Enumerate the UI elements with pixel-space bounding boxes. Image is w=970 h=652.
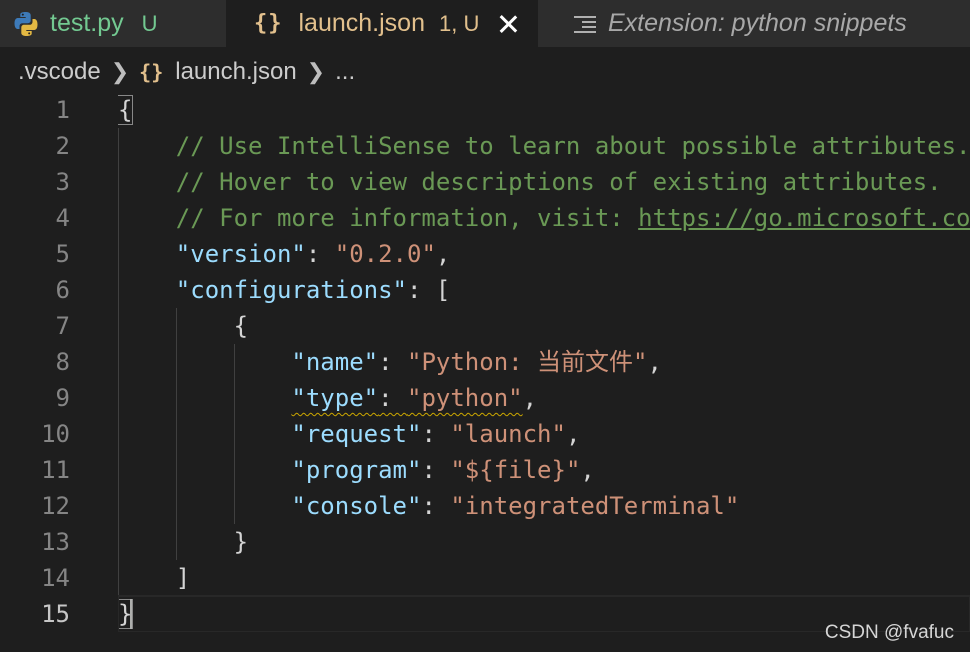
comment: // Hover to view descriptions of existin… xyxy=(175,168,942,196)
open-brace: { xyxy=(118,95,134,125)
breadcrumb: .vscode ❯ {} launch.json ❯ ... xyxy=(18,54,355,90)
code-line-3[interactable]: // Hover to view descriptions of existin… xyxy=(118,164,970,200)
code-line-10[interactable]: "request": "launch", xyxy=(118,416,970,452)
json-key: "configurations" xyxy=(175,276,407,304)
json-string: "${file}" xyxy=(450,456,581,484)
tab-launch-json[interactable]: {} launch.json 1, U xyxy=(226,0,538,47)
json-braces-icon: {} xyxy=(139,60,164,84)
code-line-14[interactable]: ] xyxy=(118,560,970,596)
watermark: CSDN @fvafuc xyxy=(824,622,954,643)
docs-link[interactable]: https://go.microsoft.com/fwlink/?linkid=… xyxy=(638,204,970,232)
tab-extension-python-snippets[interactable]: Extension: python snippets xyxy=(538,0,970,47)
open-brace: { xyxy=(233,312,249,340)
line-number: 8 xyxy=(55,348,70,376)
tab-extension-label: Extension: python snippets xyxy=(608,9,907,37)
untracked-badge: U xyxy=(141,10,158,36)
breadcrumb-file[interactable]: launch.json xyxy=(175,58,296,86)
tab-test-py-label: test.py xyxy=(50,9,124,37)
line-number: 11 xyxy=(41,456,70,484)
comment: // For more information, visit: xyxy=(175,204,639,232)
json-string: "Python: 当前文件" xyxy=(407,348,648,376)
code-line-11[interactable]: "program": "${file}", xyxy=(118,452,970,488)
json-key: "type" xyxy=(291,384,379,412)
json-braces-icon: {} xyxy=(254,11,283,36)
code-line-13[interactable]: } xyxy=(118,524,970,560)
code-lines[interactable]: { // Use IntelliSense to learn about pos… xyxy=(118,92,970,632)
breadcrumb-more[interactable]: ... xyxy=(335,58,355,86)
line-number: 5 xyxy=(55,240,70,268)
json-string: "launch" xyxy=(450,420,566,448)
chevron-right-icon: ❯ xyxy=(306,59,326,84)
tab-bar: test.py U {} launch.json 1, U Extension:… xyxy=(0,0,970,47)
code-line-1[interactable]: { xyxy=(118,92,970,128)
comment: // Use IntelliSense to learn about possi… xyxy=(175,132,970,160)
close-icon[interactable] xyxy=(499,15,517,33)
line-number: 13 xyxy=(41,528,70,556)
close-bracket: ] xyxy=(175,564,191,592)
line-number: 3 xyxy=(55,168,70,196)
line-number: 4 xyxy=(55,204,70,232)
json-string: "python" xyxy=(407,384,523,412)
python-icon xyxy=(14,11,38,37)
json-key: "name" xyxy=(291,348,379,376)
json-key: "request" xyxy=(291,420,422,448)
problems-untracked-badge: 1, U xyxy=(438,10,480,36)
json-key: "program" xyxy=(291,456,422,484)
json-string: "0.2.0" xyxy=(334,240,436,268)
line-number: 6 xyxy=(55,276,70,304)
breadcrumb-folder[interactable]: .vscode xyxy=(18,58,101,86)
tab-test-py[interactable]: test.py U xyxy=(0,0,226,47)
line-number-active: 15 xyxy=(41,600,70,628)
code-line-2[interactable]: // Use IntelliSense to learn about possi… xyxy=(118,128,970,164)
code-line-7[interactable]: { xyxy=(118,308,970,344)
line-number: 1 xyxy=(55,96,70,124)
text-cursor xyxy=(130,599,132,629)
json-key: "console" xyxy=(291,492,422,520)
tab-launch-json-label: launch.json xyxy=(298,9,425,37)
code-line-8[interactable]: "name": "Python: 当前文件", xyxy=(118,344,970,380)
line-number: 9 xyxy=(55,384,70,412)
code-editor[interactable]: 1 2 3 4 5 6 7 8 9 10 11 12 13 14 15 { //… xyxy=(0,92,970,652)
line-number: 7 xyxy=(55,312,70,340)
code-line-6[interactable]: "configurations": [ xyxy=(118,272,970,308)
line-number: 10 xyxy=(41,420,70,448)
line-number: 14 xyxy=(41,564,70,592)
code-line-5[interactable]: "version": "0.2.0", xyxy=(118,236,970,272)
json-string: "integratedTerminal" xyxy=(450,492,740,520)
code-line-9[interactable]: "type": "python", xyxy=(118,380,970,416)
json-key: "version" xyxy=(175,240,306,268)
warning-squiggle[interactable]: "type": "python" xyxy=(291,384,522,412)
code-line-12[interactable]: "console": "integratedTerminal" xyxy=(118,488,970,524)
preview-icon xyxy=(574,15,596,33)
close-brace: } xyxy=(233,528,249,556)
line-number: 12 xyxy=(41,492,70,520)
line-number: 2 xyxy=(55,132,70,160)
chevron-right-icon: ❯ xyxy=(110,59,130,84)
line-number-gutter: 1 2 3 4 5 6 7 8 9 10 11 12 13 14 15 xyxy=(0,92,70,632)
code-line-4[interactable]: // For more information, visit: https://… xyxy=(118,200,970,236)
